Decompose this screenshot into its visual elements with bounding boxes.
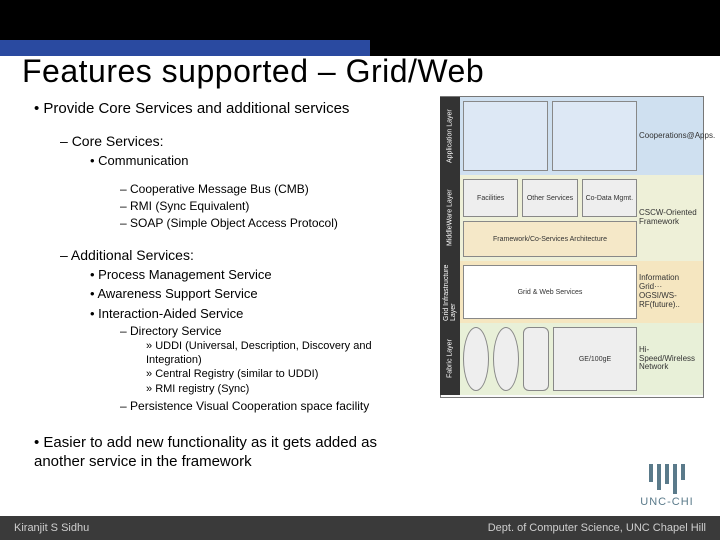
bullet-main-1: Provide Core Services and additional ser… <box>34 100 424 119</box>
unc-logo: UNC-CHI <box>632 464 702 508</box>
fabric-icon <box>523 327 549 391</box>
dir-item: RMI registry (Sync) <box>146 383 424 397</box>
layer-label: Grid Infrastructure Layer <box>440 261 460 323</box>
layer-side: CSCW-Oriented Framework <box>639 175 701 261</box>
app-box <box>463 101 548 171</box>
mw-box: Facilities <box>463 179 518 217</box>
fabric-box: GE/100gE <box>553 327 637 391</box>
add-item: Awareness Support Service <box>90 286 424 302</box>
mw-framework-box: Framework/Co-Services Architecture <box>463 221 637 257</box>
add-item: Interaction-Aided Service <box>90 306 424 322</box>
layer-label: Fabric Layer <box>440 323 460 395</box>
logo-text: UNC-CHI <box>640 496 693 508</box>
core-services-header: Core Services: <box>60 133 424 151</box>
persistence-item: Persistence Visual Cooperation space fac… <box>120 399 424 414</box>
layer-side: Hi-Speed/Wireless Network <box>639 323 701 395</box>
logo-bars-icon <box>649 464 685 494</box>
slide-title: Features supported – Grid/Web <box>22 53 484 90</box>
title-bar <box>0 0 720 56</box>
footer-author: Kiranjit S Sidhu <box>14 522 89 534</box>
dir-item: UDDI (Universal, Description, Discovery … <box>146 340 424 368</box>
bullet-main-2: Easier to add new functionality as it ge… <box>34 434 424 472</box>
slide-body: Provide Core Services and additional ser… <box>34 100 424 485</box>
footer-bar: Kiranjit S Sidhu Dept. of Computer Scien… <box>0 516 720 540</box>
add-item: Process Management Service <box>90 267 424 283</box>
directory-service-header: Directory Service <box>120 324 424 339</box>
core-communication: Communication <box>90 153 424 169</box>
fabric-icon <box>493 327 519 391</box>
grid-box: Grid & Web Services <box>463 265 637 319</box>
core-item: SOAP (Simple Object Access Protocol) <box>120 216 424 231</box>
layer-label: MiddleWare Layer <box>440 175 460 261</box>
core-item: RMI (Sync Equivalent) <box>120 199 424 214</box>
footer-dept: Dept. of Computer Science, UNC Chapel Hi… <box>488 522 706 534</box>
layer-label: Application Layer <box>440 97 460 175</box>
layer-side: Cooperations@Apps. <box>639 97 701 175</box>
architecture-diagram: Application Layer Cooperations@Apps. Mid… <box>440 96 704 398</box>
core-item: Cooperative Message Bus (CMB) <box>120 182 424 197</box>
app-box <box>552 101 637 171</box>
additional-services-header: Additional Services: <box>60 247 424 265</box>
fabric-icon <box>463 327 489 391</box>
mw-box: Co-Data Mgmt. <box>582 179 637 217</box>
dir-item: Central Registry (similar to UDDI) <box>146 368 424 382</box>
layer-side: Information Grid··· OGSI/WS-RF(future).. <box>639 261 701 323</box>
mw-box: Other Services <box>522 179 577 217</box>
